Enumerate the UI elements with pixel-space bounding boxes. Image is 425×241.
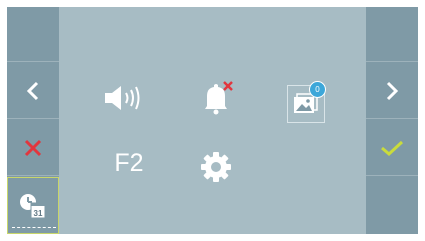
confirm-button[interactable]: [366, 120, 418, 176]
calendar-dashes: [12, 227, 56, 230]
speaker-volume-icon: [105, 86, 140, 110]
x-icon: [24, 139, 42, 156]
intercom-screen: 31 0 F2: [7, 7, 418, 234]
settings-button[interactable]: [195, 146, 237, 188]
volume-button[interactable]: [103, 77, 145, 119]
gallery-count-badge: 0: [309, 81, 326, 98]
chevron-left-icon: [26, 81, 39, 100]
calendar-day: 31: [34, 209, 43, 218]
check-icon: [381, 140, 404, 156]
right-panel: [366, 7, 418, 234]
clock-calendar-icon: 31: [20, 193, 46, 218]
calendar-button[interactable]: 31: [7, 177, 59, 234]
gallery-button[interactable]: 0: [285, 81, 327, 125]
right-empty-cell-top: [366, 7, 418, 62]
left-panel: 31: [7, 7, 59, 234]
left-empty-cell: [7, 7, 59, 62]
bell-muted-icon: [205, 81, 233, 115]
back-button[interactable]: [7, 63, 59, 119]
gallery-frame: 0: [287, 81, 326, 123]
bell-mute-button[interactable]: [195, 77, 237, 119]
cancel-button[interactable]: [7, 120, 59, 176]
right-empty-cell-bottom: [366, 177, 418, 234]
forward-button[interactable]: [366, 63, 418, 119]
chevron-right-icon: [386, 81, 399, 100]
gear-icon: [201, 152, 231, 182]
f2-button[interactable]: F2: [104, 146, 154, 180]
